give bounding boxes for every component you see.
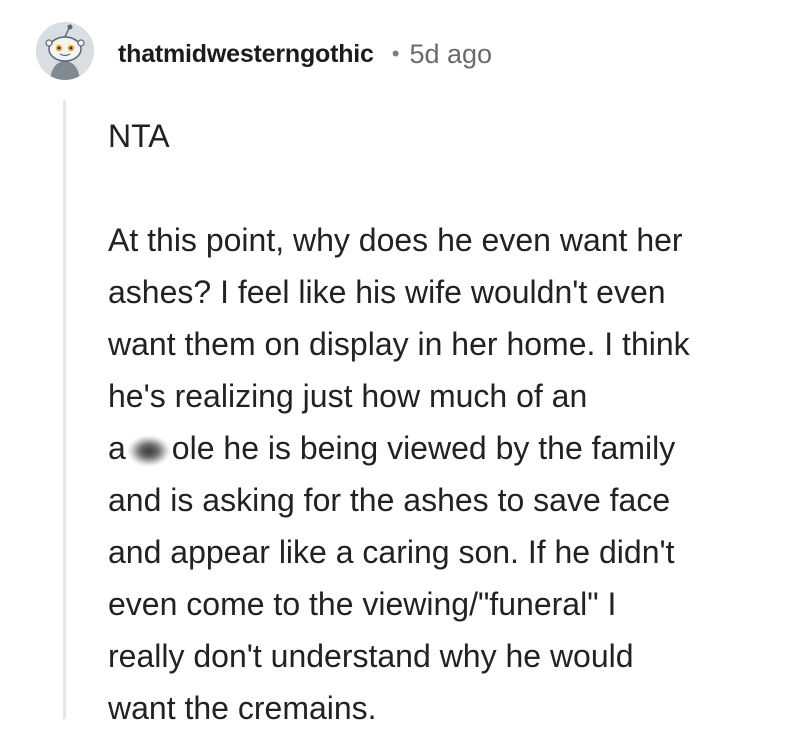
comment-line: At this point, why does he even want her	[108, 222, 683, 258]
comment-line: even come to the viewing/"funeral" I	[108, 586, 617, 622]
comment-body: NTA At this point, why does he even want…	[108, 110, 788, 734]
comment-verdict: NTA	[108, 118, 170, 154]
comment-line: want them on display in her home. I thin…	[108, 326, 690, 362]
comment-line: he's realizing just how much of an	[108, 378, 588, 414]
comment-line: ashes? I feel like his wife wouldn't eve…	[108, 274, 666, 310]
separator-dot: •	[391, 41, 400, 66]
user-avatar[interactable]	[36, 22, 94, 80]
comment: thatmidwesterngothic • 5d ago NTA At thi…	[0, 0, 794, 726]
thread-collapse-line[interactable]	[63, 100, 66, 719]
comment-header: thatmidwesterngothic • 5d ago	[118, 36, 492, 72]
comment-line: and appear like a caring son. If he didn…	[108, 534, 675, 570]
comment-line: really don't understand why he would	[108, 638, 634, 674]
censor-blur	[127, 435, 170, 466]
comment-line: want the cremains.	[108, 690, 377, 726]
comment-timestamp[interactable]: 5d ago	[409, 39, 492, 70]
censored-word-prefix: a	[108, 430, 126, 466]
snoo-avatar-icon	[36, 22, 94, 80]
comment-line: and is asking for the ashes to save face	[108, 482, 671, 518]
comment-line-remainder: ole he is being viewed by the family	[171, 430, 676, 466]
author-username[interactable]: thatmidwesterngothic	[118, 40, 374, 69]
comment-line-censored: a ole he is being viewed by the family	[108, 422, 788, 474]
